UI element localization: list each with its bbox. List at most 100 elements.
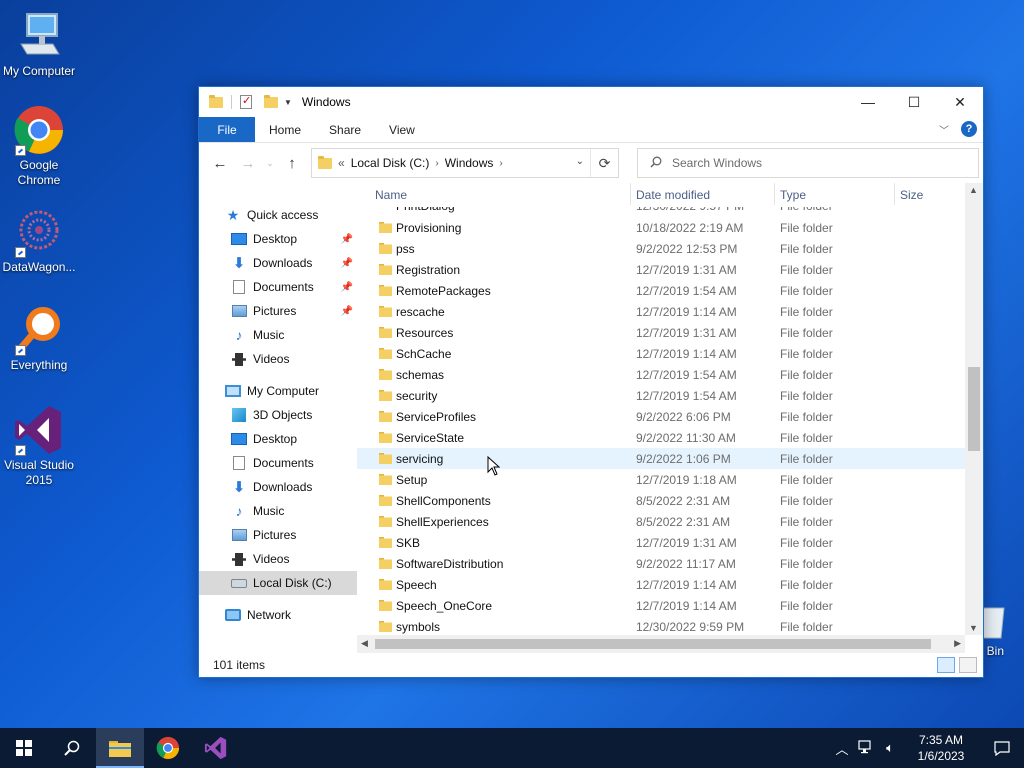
details-view-button[interactable]	[937, 657, 955, 673]
table-row[interactable]: RemotePackages 12/7/2019 1:54 AM File fold…	[357, 280, 965, 301]
nav-downloads[interactable]: ⬇ Downloads	[199, 475, 357, 499]
table-row[interactable]: servicing 9/2/2022 1:06 PM File folder	[357, 448, 965, 469]
refresh-button[interactable]: ⟳	[590, 149, 618, 177]
scroll-up-arrow-icon[interactable]: ▲	[969, 185, 978, 195]
breadcrumb-overflow[interactable]: «	[338, 156, 345, 170]
table-row[interactable]: Resources 12/7/2019 1:31 AM File folder	[357, 322, 965, 343]
minimize-button[interactable]: —	[845, 87, 891, 117]
table-row[interactable]: ServiceState 9/2/2022 11:30 AM File folder	[357, 427, 965, 448]
file-date: 12/7/2019 1:54 AM	[636, 367, 737, 382]
scroll-left-arrow-icon[interactable]: ◀	[361, 638, 368, 649]
nav-quick-documents[interactable]: Documents 📌	[199, 275, 357, 299]
recent-locations-chevron-down-icon[interactable]: ⌄	[265, 152, 275, 174]
table-row[interactable]: rescache 12/7/2019 1:14 AM File folder	[357, 301, 965, 322]
tab-view[interactable]: View	[375, 117, 429, 142]
action-center-button[interactable]	[980, 740, 1024, 756]
column-header-name[interactable]: Name	[375, 188, 407, 202]
table-row[interactable]: PrintDialog 12/30/2022 9:57 PM File folder	[357, 207, 965, 217]
nav-quick-desktop[interactable]: Desktop 📌	[199, 227, 357, 251]
up-button[interactable]: ↑	[281, 152, 303, 174]
desktop-icon-google-chrome[interactable]: Google Chrome	[0, 104, 78, 188]
tab-file[interactable]: File	[199, 117, 255, 142]
breadcrumb-local-disk[interactable]: Local Disk (C:)	[351, 156, 430, 170]
taskbar-chrome[interactable]	[144, 728, 192, 768]
breadcrumb-windows[interactable]: Windows	[445, 156, 494, 170]
nav-my-computer[interactable]: My Computer	[199, 379, 357, 403]
nav-network[interactable]: Network	[199, 603, 357, 627]
table-row[interactable]: ShellExperiences 8/5/2022 2:31 AM File fol…	[357, 511, 965, 532]
column-header-size[interactable]: Size	[900, 188, 923, 202]
start-button[interactable]	[0, 728, 48, 768]
taskbar-visual-studio[interactable]	[192, 728, 240, 768]
column-header-type[interactable]: Type	[780, 188, 806, 202]
vertical-scrollbar[interactable]: ▲ ▼	[965, 183, 983, 635]
search-button[interactable]	[48, 728, 96, 768]
table-row[interactable]: security 12/7/2019 1:54 AM File folder	[357, 385, 965, 406]
address-history-chevron-down-icon[interactable]: ⌄	[576, 156, 584, 167]
show-hidden-icons-chevron-up-icon[interactable]: ︿	[830, 739, 854, 758]
scroll-right-arrow-icon[interactable]: ▶	[954, 638, 961, 649]
back-button[interactable]: ←	[209, 152, 231, 174]
nav-videos[interactable]: Videos	[199, 547, 357, 571]
table-row[interactable]: symbols 12/30/2022 9:59 PM File folder	[357, 616, 965, 635]
desktop-icon-everything[interactable]: Everything	[0, 304, 78, 373]
large-icons-view-button[interactable]	[959, 657, 977, 673]
column-header-date-modified[interactable]: Date modified	[636, 188, 710, 202]
close-button[interactable]: ✕	[937, 87, 983, 117]
properties-icon[interactable]	[240, 94, 252, 109]
vertical-scroll-thumb[interactable]	[968, 367, 980, 451]
desktop-icon-my-computer[interactable]: My Computer	[0, 10, 78, 79]
table-row[interactable]: SoftwareDistribution 9/2/2022 11:17 AM Fil…	[357, 553, 965, 574]
nav-quick-access[interactable]: ★ Quick access	[199, 203, 357, 227]
nav-quick-pictures[interactable]: Pictures 📌	[199, 299, 357, 323]
title-bar[interactable]: ▼ Windows — ☐ ✕	[199, 87, 983, 117]
nav-quick-videos[interactable]: Videos	[199, 347, 357, 371]
help-icon[interactable]: ?	[961, 121, 977, 137]
nav-pictures[interactable]: Pictures	[199, 523, 357, 547]
table-row[interactable]: SKB 12/7/2019 1:31 AM File folder	[357, 532, 965, 553]
desktop-icon-datawagon[interactable]: DataWagon...	[0, 206, 78, 275]
network-icon[interactable]	[854, 739, 878, 757]
table-row[interactable]: Registration 12/7/2019 1:31 AM File folder	[357, 259, 965, 280]
volume-icon[interactable]: 🔈︎	[878, 740, 902, 756]
nav-desktop[interactable]: Desktop	[199, 427, 357, 451]
nav-3d-objects[interactable]: 3D Objects	[199, 403, 357, 427]
table-row[interactable]: ShellComponents 8/5/2022 2:31 AM File fold…	[357, 490, 965, 511]
taskbar-file-explorer[interactable]	[96, 728, 144, 768]
search-input[interactable]	[672, 156, 952, 170]
search-box[interactable]	[637, 148, 979, 178]
new-folder-icon[interactable]	[264, 94, 278, 108]
address-bar[interactable]: « Local Disk (C:) › Windows › ⌄ ⟳	[311, 148, 619, 178]
tab-home[interactable]: Home	[255, 117, 315, 142]
table-row[interactable]: Speech 12/7/2019 1:14 AM File folder	[357, 574, 965, 595]
nav-music[interactable]: ♪ Music	[199, 499, 357, 523]
table-row[interactable]: SchCache 12/7/2019 1:14 AM File folder	[357, 343, 965, 364]
table-row[interactable]: ServiceProfiles 9/2/2022 6:06 PM File fold…	[357, 406, 965, 427]
nav-quick-downloads[interactable]: ⬇ Downloads 📌	[199, 251, 357, 275]
nav-local-disk[interactable]: Local Disk (C:)	[199, 571, 357, 595]
column-divider[interactable]	[774, 183, 775, 205]
table-row[interactable]: pss 9/2/2022 12:53 PM File folder	[357, 238, 965, 259]
expand-ribbon-chevron-down-icon[interactable]: ﹀	[939, 122, 949, 137]
maximize-button[interactable]: ☐	[891, 87, 937, 117]
nav-quick-music[interactable]: ♪ Music	[199, 323, 357, 347]
breadcrumb-chevron-right-icon[interactable]: ›	[435, 158, 438, 169]
table-row[interactable]: Speech_OneCore 12/7/2019 1:14 AM File fold…	[357, 595, 965, 616]
table-row[interactable]: Provisioning 10/18/2022 2:19 AM File folde…	[357, 217, 965, 238]
breadcrumb-chevron-right-icon[interactable]: ›	[499, 158, 502, 169]
desktop-icon-visual-studio[interactable]: Visual Studio 2015	[0, 404, 78, 488]
clock[interactable]: 7:35 AM 1/6/2023	[902, 732, 980, 764]
table-row[interactable]: schemas 12/7/2019 1:54 AM File folder	[357, 364, 965, 385]
column-divider[interactable]	[630, 183, 631, 205]
horizontal-scroll-thumb[interactable]	[375, 639, 931, 649]
shortcut-arrow-icon	[15, 145, 26, 156]
scroll-down-arrow-icon[interactable]: ▼	[969, 623, 978, 633]
horizontal-scrollbar[interactable]: ◀ ▶	[357, 635, 965, 653]
nav-documents[interactable]: Documents	[199, 451, 357, 475]
table-row[interactable]: Setup 12/7/2019 1:18 AM File folder	[357, 469, 965, 490]
forward-button[interactable]: →	[237, 152, 259, 174]
customize-toolbar-chevron-down-icon[interactable]: ▼	[284, 98, 292, 107]
quick-access-toolbar: ▼	[209, 94, 292, 109]
column-divider[interactable]	[894, 183, 895, 205]
tab-share[interactable]: Share	[315, 117, 375, 142]
